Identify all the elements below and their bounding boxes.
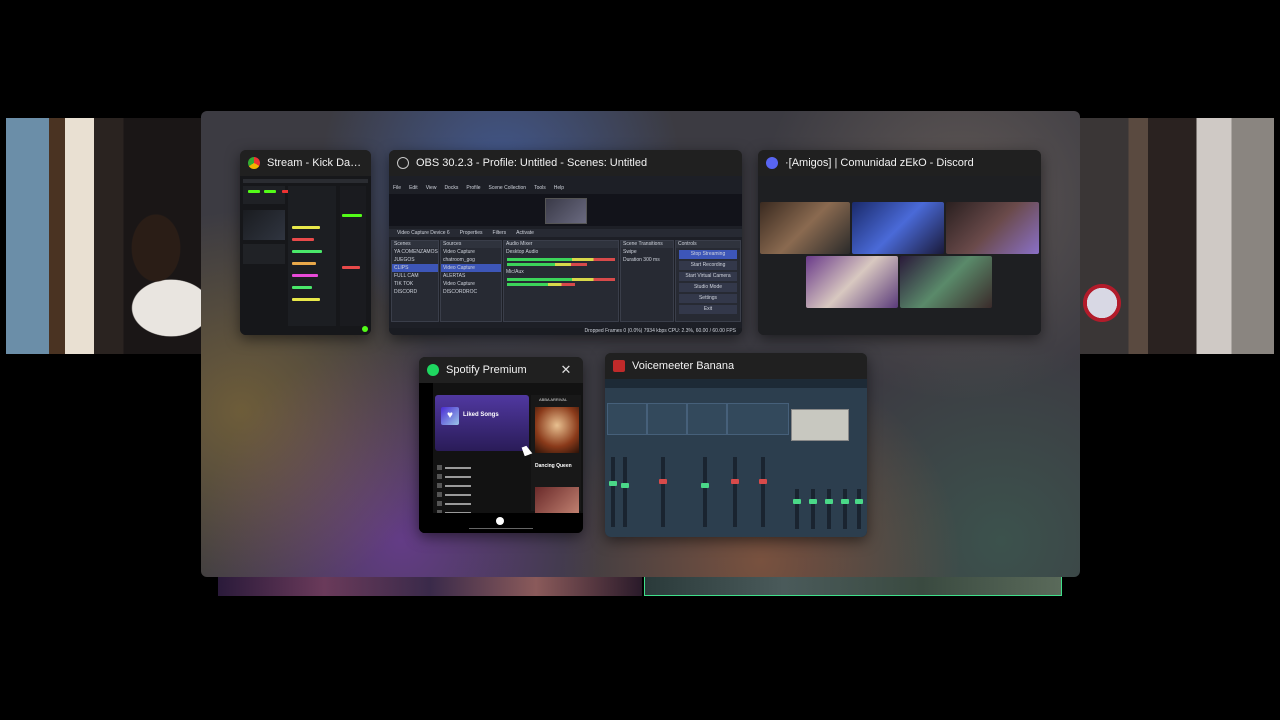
window-title: Voicemeeter Banana: [632, 360, 735, 372]
obs-properties-bar: Video Capture Device 6 Properties Filter…: [389, 229, 742, 237]
obs-controls-dock: Controls Stop Streaming Start Recording …: [675, 240, 741, 322]
dock-header: Scenes: [392, 241, 438, 248]
video-tile: [760, 202, 850, 254]
menu-item: Docks: [444, 185, 459, 191]
menu-item: Help: [553, 185, 565, 191]
close-button[interactable]: ✕: [557, 361, 575, 379]
obs-menu-bar: File Edit View Docks Profile Scene Colle…: [393, 185, 564, 191]
window-title: ·[Amigos] | Comunidad zEkO - Discord: [785, 157, 974, 169]
video-tile: [852, 202, 944, 254]
duration-value: 300 ms: [643, 257, 660, 263]
window-voicemeeter[interactable]: Voicemeeter Banana: [605, 353, 867, 537]
source-item: Video Capture: [443, 281, 475, 287]
menu-item: Edit: [409, 185, 418, 191]
menu-item: Scene Collection: [488, 185, 527, 191]
window-spotify[interactable]: Spotify Premium ✕ ♥ Liked Songs ABBA ARR…: [419, 357, 583, 533]
now-playing-title: Dancing Queen: [535, 463, 572, 469]
background-video-bottom-left: [218, 576, 642, 596]
source-item: Video Capture: [441, 264, 501, 272]
album-art: [535, 407, 579, 453]
heart-icon: ♥: [441, 407, 459, 425]
obs-sources-dock: Sources Video Capture chatroom_gog Video…: [440, 240, 502, 322]
source-item: ALERTAS: [443, 273, 466, 279]
obs-canvas: [389, 194, 742, 226]
spotify-icon: [427, 364, 439, 376]
cassette-recorder: [791, 409, 849, 441]
scene-item: CLIPS: [392, 264, 438, 272]
background-webcam-left: [6, 118, 202, 354]
play-pause-icon: [496, 517, 504, 525]
player-bar: [419, 513, 583, 533]
discord-video-grid: [758, 176, 1041, 335]
scene-item: TIK TOK: [394, 281, 414, 287]
window-title-bar: Stream - Kick Dashboard...: [240, 150, 371, 176]
playlist-title: Liked Songs: [463, 412, 499, 418]
progress-bar: [469, 528, 533, 529]
menu-item: File: [393, 185, 402, 191]
window-title-bar: Spotify Premium ✕: [419, 357, 583, 383]
settings-button: Settings: [679, 294, 737, 303]
playlist-header: ♥ Liked Songs: [435, 395, 529, 451]
stop-streaming-button: Stop Streaming: [679, 250, 737, 259]
dock-header: Sources: [441, 241, 501, 248]
window-title-bar: ·[Amigos] | Comunidad zEkO - Discord: [758, 150, 1041, 176]
now-playing-header: ABBA ARRIVAL: [539, 397, 568, 402]
obs-icon: [397, 157, 409, 169]
duration-label: Duration: [623, 257, 642, 263]
video-tile: [900, 256, 992, 308]
dock-header: Controls: [676, 241, 740, 248]
window-title: Stream - Kick Dashboard...: [267, 157, 363, 169]
window-title-bar: Voicemeeter Banana: [605, 353, 867, 379]
obs-scenes-dock: Scenes YA COMENZAMOS JUEGOS CLIPS FULL C…: [391, 240, 439, 322]
scene-item: JUEGOS: [394, 257, 415, 263]
activate-label: Activate: [516, 230, 534, 236]
exit-button: Exit: [679, 305, 737, 314]
mixer-channel: Mic/Aux: [506, 269, 524, 275]
obs-status-bar: Dropped Frames 0 (0.0%) 7934 kbps CPU: 2…: [389, 328, 742, 335]
voicemeeter-preview: [605, 379, 867, 537]
video-tile: [806, 256, 898, 308]
spotify-sidebar: [419, 383, 433, 533]
source-name: Video Capture Device 6: [397, 230, 450, 236]
source-item: DISCORDROC: [443, 289, 478, 295]
background-video-bottom-right: [644, 576, 1062, 596]
video-tile: [946, 202, 1039, 254]
dock-header: Audio Mixer: [504, 241, 618, 248]
transition-type: Swipe: [623, 249, 637, 255]
obs-preview: File Edit View Docks Profile Scene Colle…: [389, 176, 742, 335]
menu-item: Tools: [534, 185, 546, 191]
kick-dashboard-preview: [240, 176, 371, 335]
artist-image: [535, 487, 579, 513]
menu-item: Profile: [466, 185, 481, 191]
mixer-channel: Desktop Audio: [506, 249, 539, 255]
filters-label: Filters: [492, 230, 507, 236]
scene-item: FULL CAM: [394, 273, 419, 279]
properties-label: Properties: [459, 230, 483, 236]
background-webcam-right: [1080, 118, 1274, 354]
discord-icon: [766, 157, 778, 169]
scene-item: DISCORD: [394, 289, 418, 295]
scene-item: YA COMENZAMOS: [394, 249, 438, 255]
studio-mode-button: Studio Mode: [679, 283, 737, 292]
window-title: Spotify Premium: [446, 364, 527, 376]
chrome-icon: [248, 157, 260, 169]
window-kick-dashboard[interactable]: Stream - Kick Dashboard...: [240, 150, 371, 335]
window-discord[interactable]: ·[Amigos] | Comunidad zEkO - Discord: [758, 150, 1041, 335]
source-item: Video Capture: [443, 249, 475, 255]
start-recording-button: Start Recording: [679, 261, 737, 270]
window-title: OBS 30.2.3 - Profile: Untitled - Scenes:…: [416, 157, 648, 169]
window-obs[interactable]: OBS 30.2.3 - Profile: Untitled - Scenes:…: [389, 150, 742, 335]
dock-header: Scene Transitions: [621, 241, 673, 248]
obs-audio-mixer-dock: Audio Mixer Desktop Audio Mic/Aux: [503, 240, 619, 322]
voicemeeter-icon: [613, 360, 625, 372]
window-title-bar: OBS 30.2.3 - Profile: Untitled - Scenes:…: [389, 150, 742, 176]
menu-item: View: [425, 185, 437, 191]
source-item: chatroom_gog: [443, 257, 475, 263]
spotify-preview: ♥ Liked Songs ABBA ARRIVAL Dancing Queen: [419, 383, 583, 533]
obs-transitions-dock: Scene Transitions Swipe Duration 300 ms: [620, 240, 674, 322]
task-view-overlay: Stream - Kick Dashboard...: [201, 111, 1080, 577]
start-virtual-camera-button: Start Virtual Camera: [679, 272, 737, 281]
